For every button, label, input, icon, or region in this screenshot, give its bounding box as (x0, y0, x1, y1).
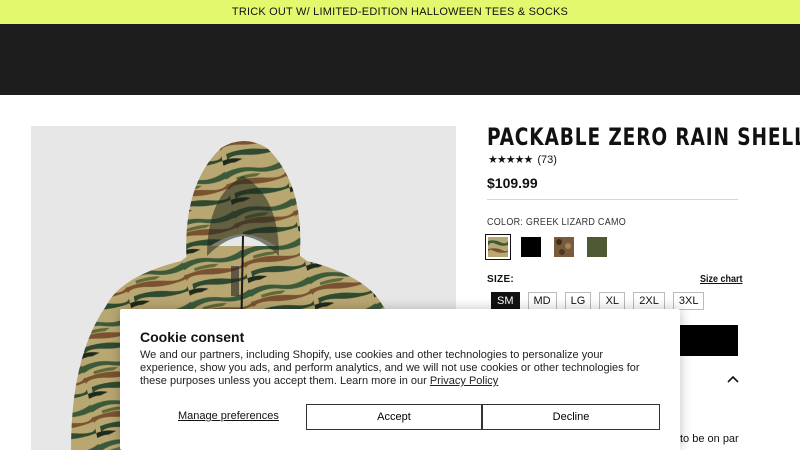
swatch-greek-lizard-camo[interactable] (485, 234, 511, 260)
cookie-consent-dialog: Cookie consent We and our partners, incl… (120, 309, 680, 450)
privacy-policy-link[interactable]: Privacy Policy (430, 375, 498, 387)
swatch-black[interactable] (518, 234, 544, 260)
divider (487, 199, 738, 200)
brown-camo-swatch-icon (554, 237, 574, 257)
review-count: (73) (537, 153, 557, 166)
olive-swatch-icon (587, 237, 607, 257)
size-chart-link[interactable]: Size chart (700, 274, 743, 285)
size-sm-button[interactable]: SM (491, 292, 520, 310)
chevron-up-icon[interactable] (727, 374, 739, 386)
color-label: COLOR: GREEK LIZARD CAMO (487, 217, 627, 228)
size-lg-button[interactable]: LG (564, 292, 592, 310)
swatch-brown-camo[interactable] (551, 234, 577, 260)
accept-button[interactable]: Accept (306, 404, 482, 430)
decline-button[interactable]: Decline (482, 404, 660, 430)
product-rating[interactable]: ★★★★★ (73) (488, 153, 557, 167)
product-title: PACKABLE ZERO RAIN SHELL (487, 123, 800, 151)
size-3xl-button[interactable]: 3XL (672, 292, 705, 310)
camo-swatch-icon (488, 237, 508, 257)
size-label: SIZE: (487, 274, 515, 285)
size-md-button[interactable]: MD (527, 292, 557, 310)
color-swatches (485, 234, 610, 260)
manage-preferences-link[interactable]: Manage preferences (178, 410, 279, 422)
size-options: SM MD LG XL 2XL 3XL (491, 292, 705, 310)
site-header (0, 24, 800, 95)
black-swatch-icon (521, 237, 541, 257)
cookie-title: Cookie consent (140, 329, 245, 345)
swatch-olive[interactable] (584, 234, 610, 260)
add-to-cart-button[interactable] (680, 325, 738, 356)
product-price: $109.99 (487, 175, 538, 191)
rating-stars-icon: ★★★★★ (488, 154, 533, 166)
cookie-body: We and our partners, including Shopify, … (140, 349, 662, 388)
description-text: to be on par (680, 433, 739, 445)
promo-banner[interactable]: TRICK OUT W/ LIMITED-EDITION HALLOWEEN T… (0, 0, 800, 24)
promo-text: TRICK OUT W/ LIMITED-EDITION HALLOWEEN T… (231, 6, 569, 18)
size-2xl-button[interactable]: 2XL (633, 292, 665, 310)
size-xl-button[interactable]: XL (599, 292, 626, 310)
cookie-body-text: We and our partners, including Shopify, … (140, 349, 640, 387)
